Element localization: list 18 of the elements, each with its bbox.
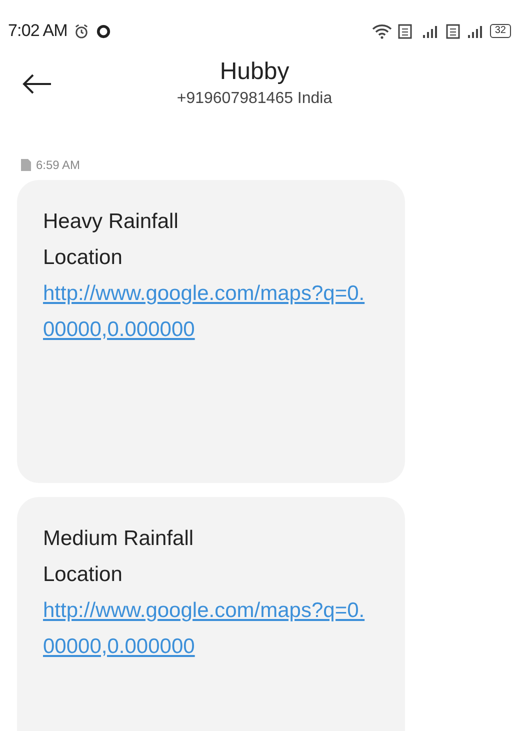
sim-icon — [20, 158, 32, 172]
message-text: Medium Rainfall — [43, 526, 195, 552]
map-link[interactable]: http://www.google.com/maps?q=0.00000,0.000000 — [43, 276, 373, 348]
status-time: 7:02 AM — [8, 20, 68, 42]
signal-icon — [466, 24, 484, 38]
battery-indicator: 32 — [490, 24, 511, 38]
contact-number: +919607981465 India — [176, 89, 332, 109]
alarm-icon — [74, 24, 90, 38]
message-text: Heavy Rainfall — [43, 209, 180, 235]
contact-name: Hubby — [220, 57, 290, 87]
map-link[interactable]: http://www.google.com/maps?q=0.00000,0.000000 — [43, 593, 373, 665]
back-arrow-icon[interactable] — [22, 74, 52, 94]
message-time: 6:59 AM — [36, 157, 80, 174]
wifi-icon — [372, 24, 392, 38]
message-text: Location — [43, 562, 124, 588]
message-text: Location — [43, 245, 124, 271]
sim-icon — [398, 24, 412, 38]
sim-icon — [446, 24, 460, 38]
